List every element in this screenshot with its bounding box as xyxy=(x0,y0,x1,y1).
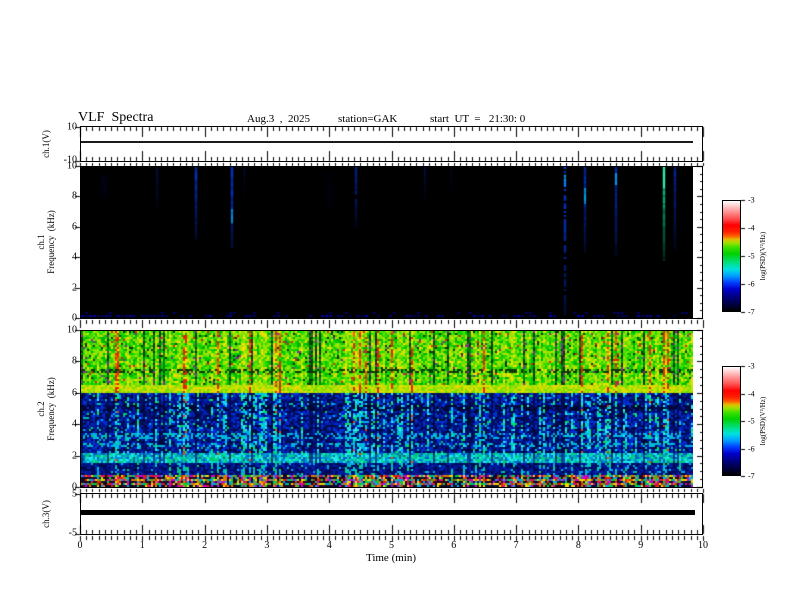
page-title: VLF Spectra xyxy=(78,110,154,125)
panel-ch2-spectrogram xyxy=(80,330,703,488)
panel-ch3-voltage xyxy=(80,493,703,535)
spec2-tick-label: 2 xyxy=(72,450,77,462)
colorbar-tick-label: -3 xyxy=(748,195,755,205)
spec2-tick-label: 6 xyxy=(72,387,77,399)
colorbar-tick-label: -3 xyxy=(748,361,755,371)
colorbar-tick-label: -5 xyxy=(748,251,755,261)
colorbar-ch1 xyxy=(722,200,741,312)
panel-ch1-spectrogram xyxy=(80,166,703,319)
ch3-tick-label: 5 xyxy=(72,488,77,500)
time-tick-label: 5 xyxy=(389,540,394,551)
colorbar-tick-label: -4 xyxy=(748,389,755,399)
spec1-tick-label: 8 xyxy=(72,190,77,202)
time-tick-label: 4 xyxy=(326,540,332,551)
time-tick-label: 8 xyxy=(575,540,581,551)
spec1-tick-label: 6 xyxy=(72,221,77,233)
time-tick-label: 7 xyxy=(513,540,519,551)
colorbar-ch2 xyxy=(722,366,741,476)
ch1-frequency-axis-title: ch.1 Frequency (kHz) xyxy=(36,210,56,274)
header-station: station=GAK xyxy=(338,113,398,125)
ch1-voltage-trace xyxy=(81,141,693,143)
ch1-voltage-axis-title: ch.1(V) xyxy=(41,130,51,158)
header-start-ut: start UT = 21:30: 0 xyxy=(430,113,526,125)
time-tick-label: 1 xyxy=(139,540,145,551)
time-axis-title: Time (min) xyxy=(365,552,417,564)
colorbar-ch1-title: log(PSD)(V²/Hz) xyxy=(759,231,767,281)
colorbar-ch1-gradient xyxy=(723,201,740,311)
ch3-signal-band xyxy=(81,510,695,515)
ch1-spectrogram-canvas xyxy=(81,167,693,318)
spec1-tick-label: 4 xyxy=(72,251,77,263)
time-tick-label: 0 xyxy=(77,540,83,551)
colorbar-tick-label: -7 xyxy=(748,471,755,481)
ch3-tick-label: -5 xyxy=(68,527,77,539)
colorbar-tick-label: -4 xyxy=(748,223,755,233)
spec2-tick-label: 4 xyxy=(72,418,77,430)
colorbar-ch2-title: log(PSD)(V²/Hz) xyxy=(759,396,767,446)
spec2-tick-label: 8 xyxy=(72,355,77,367)
ch2-spectrogram-canvas xyxy=(81,331,693,487)
ch1v-tick-label: -10 xyxy=(63,154,77,166)
colorbar-ch2-gradient xyxy=(723,367,740,475)
panel-ch1-voltage xyxy=(80,126,703,162)
time-tick-label: 3 xyxy=(264,540,270,551)
spec1-tick-label: 2 xyxy=(72,282,77,294)
time-tick-label: 2 xyxy=(202,540,208,551)
time-tick-label: 10 xyxy=(698,540,708,551)
spec1-tick-label: 0 xyxy=(72,312,77,324)
time-tick-label: 6 xyxy=(451,540,457,551)
colorbar-tick-label: -6 xyxy=(748,444,755,454)
vlf-spectra-figure: VLF Spectra Aug.3 , 2025 station=GAK sta… xyxy=(0,0,792,612)
colorbar-tick-label: -6 xyxy=(748,279,755,289)
spec2-tick-label: 10 xyxy=(67,324,77,336)
ch3-voltage-axis-title: ch.3(V) xyxy=(41,500,51,528)
header-date: Aug.3 , 2025 xyxy=(247,113,310,125)
colorbar-tick-label: -7 xyxy=(748,307,755,317)
ch1v-tick-label: 10 xyxy=(67,121,77,133)
time-tick-label: 9 xyxy=(638,540,644,551)
colorbar-tick-label: -5 xyxy=(748,416,755,426)
